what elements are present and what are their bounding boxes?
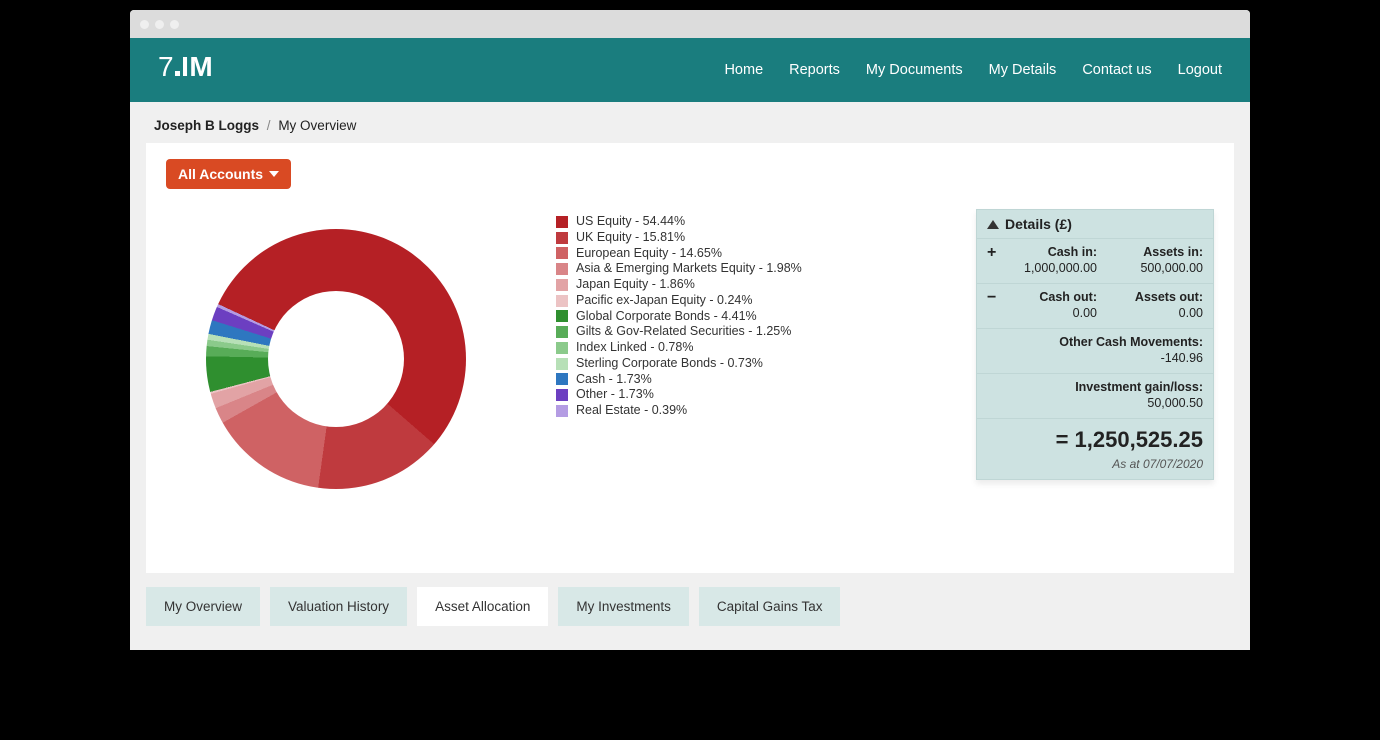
- details-right-label: Assets out:: [1113, 290, 1203, 304]
- legend-item: Gilts & Gov-Related Securities - 1.25%: [556, 325, 946, 339]
- app-window: 7IM Home Reports My Documents My Details Con…: [130, 10, 1250, 650]
- details-left-label: Cash in:: [1007, 245, 1097, 259]
- triangle-up-icon: [987, 220, 999, 229]
- details-right-value: 500,000.00: [1113, 261, 1203, 275]
- breadcrumb-user: Joseph B Loggs: [154, 118, 259, 133]
- chart-legend: US Equity - 54.44% UK Equity - 15.81% Euro…: [556, 209, 946, 420]
- nav-link-my-details[interactable]: My Details: [989, 62, 1057, 78]
- details-left-label: Cash out:: [1007, 290, 1097, 304]
- legend-item: Index Linked - 0.78%: [556, 341, 946, 355]
- legend-label: Real Estate - 0.39%: [576, 404, 687, 418]
- details-as-at: As at 07/07/2020: [977, 457, 1213, 479]
- tab-capital-gains-tax[interactable]: Capital Gains Tax: [699, 587, 841, 626]
- donut-chart: [206, 229, 526, 529]
- details-row-sign: −: [987, 290, 1001, 320]
- legend-swatch: [556, 295, 568, 307]
- top-nav: Home Reports My Documents My Details Contact…: [724, 62, 1222, 78]
- legend-label: Pacific ex-Japan Equity - 0.24%: [576, 294, 752, 308]
- legend-item: Cash - 1.73%: [556, 373, 946, 387]
- legend-item: US Equity - 54.44%: [556, 215, 946, 229]
- details-left-value: 1,000,000.00: [1007, 261, 1097, 275]
- legend-label: Gilts & Gov-Related Securities - 1.25%: [576, 325, 791, 339]
- legend-swatch: [556, 310, 568, 322]
- nav-link-contact-us[interactable]: Contact us: [1082, 62, 1151, 78]
- details-single-row: Investment gain/loss: 50,000.50: [977, 374, 1213, 419]
- legend-item: European Equity - 14.65%: [556, 247, 946, 261]
- accounts-dropdown-button[interactable]: All Accounts: [166, 159, 291, 189]
- legend-item: Asia & Emerging Markets Equity - 1.98%: [556, 262, 946, 276]
- details-left-value: 0.00: [1007, 306, 1097, 320]
- legend-swatch: [556, 358, 568, 370]
- legend-item: Other - 1.73%: [556, 388, 946, 402]
- brand-logo: 7IM: [158, 51, 213, 90]
- nav-link-logout[interactable]: Logout: [1178, 62, 1222, 78]
- legend-label: Japan Equity - 1.86%: [576, 278, 695, 292]
- breadcrumb: Joseph B Loggs / My Overview: [130, 102, 1250, 143]
- traffic-light-maximize[interactable]: [170, 20, 179, 29]
- accounts-dropdown-label: All Accounts: [178, 166, 263, 182]
- legend-label: Other - 1.73%: [576, 388, 654, 402]
- chevron-down-icon: [269, 171, 279, 177]
- app-header: 7IM Home Reports My Documents My Details Con…: [130, 38, 1250, 102]
- traffic-light-minimize[interactable]: [155, 20, 164, 29]
- legend-label: Sterling Corporate Bonds - 0.73%: [576, 357, 763, 371]
- legend-swatch: [556, 373, 568, 385]
- legend-swatch: [556, 405, 568, 417]
- legend-label: Asia & Emerging Markets Equity - 1.98%: [576, 262, 802, 276]
- details-header[interactable]: Details (£): [977, 210, 1213, 239]
- nav-link-reports[interactable]: Reports: [789, 62, 840, 78]
- details-title: Details (£): [1005, 216, 1072, 232]
- tab-my-investments[interactable]: My Investments: [558, 587, 689, 626]
- legend-swatch: [556, 389, 568, 401]
- legend-swatch: [556, 326, 568, 338]
- legend-item: Pacific ex-Japan Equity - 0.24%: [556, 294, 946, 308]
- legend-item: UK Equity - 15.81%: [556, 231, 946, 245]
- bottom-tabs: My Overview Valuation History Asset Alloca…: [146, 587, 1234, 626]
- content-card: All Accounts US Equity - 54.44% UK Equity…: [146, 143, 1234, 573]
- nav-link-my-documents[interactable]: My Documents: [866, 62, 963, 78]
- legend-item: Sterling Corporate Bonds - 0.73%: [556, 357, 946, 371]
- breadcrumb-page: My Overview: [278, 118, 356, 133]
- legend-item: Japan Equity - 1.86%: [556, 278, 946, 292]
- details-single-value: -140.96: [987, 351, 1203, 365]
- details-row: + Cash in: 1,000,000.00 Assets in: 500,0…: [977, 239, 1213, 284]
- details-total: = 1,250,525.25: [977, 419, 1213, 457]
- legend-swatch: [556, 342, 568, 354]
- legend-label: Cash - 1.73%: [576, 373, 652, 387]
- details-row: − Cash out: 0.00 Assets out: 0.00: [977, 284, 1213, 329]
- legend-label: Index Linked - 0.78%: [576, 341, 693, 355]
- legend-swatch: [556, 247, 568, 259]
- details-single-row: Other Cash Movements: -140.96: [977, 329, 1213, 374]
- legend-swatch: [556, 263, 568, 275]
- details-single-label: Other Cash Movements:: [987, 335, 1203, 349]
- legend-swatch: [556, 216, 568, 228]
- tab-valuation-history[interactable]: Valuation History: [270, 587, 407, 626]
- legend-label: US Equity - 54.44%: [576, 215, 685, 229]
- legend-item: Global Corporate Bonds - 4.41%: [556, 310, 946, 324]
- breadcrumb-separator: /: [267, 118, 271, 133]
- legend-label: UK Equity - 15.81%: [576, 231, 685, 245]
- tab-my-overview[interactable]: My Overview: [146, 587, 260, 626]
- details-panel: Details (£) + Cash in: 1,000,000.00 Asse…: [976, 209, 1214, 480]
- details-single-value: 50,000.50: [987, 396, 1203, 410]
- tab-asset-allocation[interactable]: Asset Allocation: [417, 587, 548, 626]
- nav-link-home[interactable]: Home: [724, 62, 763, 78]
- legend-swatch: [556, 232, 568, 244]
- legend-item: Real Estate - 0.39%: [556, 404, 946, 418]
- legend-swatch: [556, 279, 568, 291]
- details-right-label: Assets in:: [1113, 245, 1203, 259]
- traffic-light-close[interactable]: [140, 20, 149, 29]
- details-row-sign: +: [987, 245, 1001, 275]
- window-titlebar: [130, 10, 1250, 38]
- details-single-label: Investment gain/loss:: [987, 380, 1203, 394]
- legend-label: European Equity - 14.65%: [576, 247, 722, 261]
- details-right-value: 0.00: [1113, 306, 1203, 320]
- legend-label: Global Corporate Bonds - 4.41%: [576, 310, 757, 324]
